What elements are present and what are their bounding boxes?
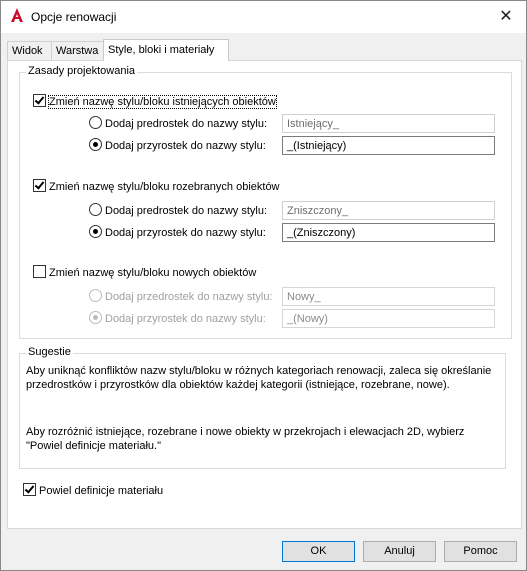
demolished-suffix-input[interactable]: _(Zniszczony) <box>282 223 495 242</box>
checkbox-box[interactable] <box>33 179 46 192</box>
radio-button[interactable] <box>89 311 102 324</box>
demolished-suffix-radio[interactable]: Dodaj przyrostek do nazwy stylu: <box>89 225 266 239</box>
design-rules-group: Zasady projektowania Zmień nazwę stylu/b… <box>19 65 512 339</box>
demolished-prefix-label: Dodaj predrostek do nazwy stylu: <box>105 205 268 217</box>
checkbox-box[interactable] <box>23 483 36 496</box>
help-button[interactable]: Pomoc <box>444 541 517 562</box>
hint-line-2: przedrostków i przyrostków dla obiektów … <box>26 379 450 391</box>
dialog-window: Opcje renowacji ✕ Widok Warstwa Style, b… <box>0 0 527 571</box>
new-suffix-radio[interactable]: Dodaj przyrostek do nazwy stylu: <box>89 311 266 325</box>
demolished-suffix-label: Dodaj przyrostek do nazwy stylu: <box>105 227 266 239</box>
demolished-rename-checkbox[interactable]: Zmień nazwę stylu/bloku rozebranych obie… <box>33 179 280 193</box>
hints-legend: Sugestie <box>26 346 73 358</box>
window-title: Opcje renowacji <box>31 10 117 24</box>
new-prefix-label: Dodaj przedrostek do nazwy stylu: <box>105 291 273 303</box>
existing-rename-label: Zmień nazwę stylu/bloku istniejących obi… <box>48 95 277 109</box>
tab-widok[interactable]: Widok <box>7 41 56 60</box>
hint-line-1: Aby uniknąć konfliktów nazw stylu/bloku … <box>26 365 492 377</box>
radio-button[interactable] <box>89 138 102 151</box>
demolished-prefix-input[interactable]: Zniszczony_ <box>282 201 495 220</box>
title-bar: Opcje renowacji ✕ <box>1 1 526 33</box>
new-prefix-radio[interactable]: Dodaj przedrostek do nazwy stylu: <box>89 289 273 303</box>
hint-line-3: Aby rozróżnić istniejące, rozebrane i no… <box>26 426 465 438</box>
new-suffix-label: Dodaj przyrostek do nazwy stylu: <box>105 313 266 325</box>
tab-warstwa[interactable]: Warstwa <box>51 41 106 60</box>
new-suffix-input[interactable]: _(Nowy) <box>282 309 495 328</box>
duplicate-material-checkbox[interactable]: Powiel definicje materiału <box>23 483 163 497</box>
new-rename-label: Zmień nazwę stylu/bloku nowych obiektów <box>49 267 257 279</box>
checkbox-box[interactable] <box>33 265 46 278</box>
existing-suffix-label: Dodaj przyrostek do nazwy stylu: <box>105 140 266 152</box>
cancel-button[interactable]: Anuluj <box>363 541 436 562</box>
new-prefix-input[interactable]: Nowy_ <box>282 287 495 306</box>
new-rename-checkbox[interactable]: Zmień nazwę stylu/bloku nowych obiektów <box>33 265 256 279</box>
checkbox-box[interactable] <box>33 94 46 107</box>
close-icon[interactable]: ✕ <box>496 7 516 27</box>
existing-rename-checkbox[interactable]: Zmień nazwę stylu/bloku istniejących obi… <box>33 94 277 109</box>
hints-group: Sugestie Aby uniknąć konfliktów nazw sty… <box>19 346 506 469</box>
radio-button[interactable] <box>89 289 102 302</box>
ok-button[interactable]: OK <box>282 541 355 562</box>
radio-button[interactable] <box>89 203 102 216</box>
hint-line-4: "Powiel definicje materiału." <box>26 440 161 452</box>
tab-panel: Zasady projektowania Zmień nazwę stylu/b… <box>7 60 522 529</box>
existing-prefix-input[interactable]: Istniejący_ <box>282 114 495 133</box>
design-rules-legend: Zasady projektowania <box>26 65 138 77</box>
duplicate-material-label: Powiel definicje materiału <box>39 485 164 497</box>
autocad-logo-icon <box>11 8 23 22</box>
existing-prefix-radio[interactable]: Dodaj predrostek do nazwy stylu: <box>89 116 267 130</box>
existing-prefix-label: Dodaj predrostek do nazwy stylu: <box>105 118 268 130</box>
existing-suffix-input[interactable]: _(Istniejący) <box>282 136 495 155</box>
radio-button[interactable] <box>89 116 102 129</box>
demolished-rename-label: Zmień nazwę stylu/bloku rozebranych obie… <box>49 181 280 193</box>
existing-suffix-radio[interactable]: Dodaj przyrostek do nazwy stylu: <box>89 138 266 152</box>
demolished-prefix-radio[interactable]: Dodaj predrostek do nazwy stylu: <box>89 203 267 217</box>
radio-button[interactable] <box>89 225 102 238</box>
tab-style-blocks-materials[interactable]: Style, bloki i materiały <box>103 39 229 61</box>
